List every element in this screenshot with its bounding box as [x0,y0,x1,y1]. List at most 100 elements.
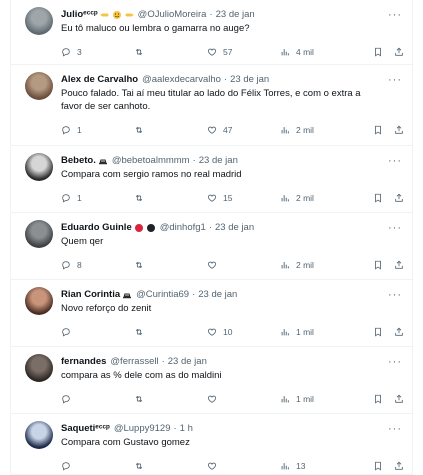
reply-button[interactable]: 1 [61,191,82,205]
reply-button[interactable] [61,325,77,339]
avatar[interactable] [25,287,53,315]
like-button[interactable]: 10 [207,325,232,339]
reply-tweet[interactable]: Alex de Carvalho @aalexdecarvalho · 23 de j… [11,65,412,146]
like-button[interactable]: 15 [207,191,232,205]
more-options-icon[interactable]: ··· [388,223,402,234]
retweet-icon [134,327,150,337]
retweet-button[interactable] [134,325,150,339]
tweet-header: Saquetiᵉᶜᶜᵖ @Luppy9129 · 1 h [61,422,404,435]
share-button[interactable] [394,392,410,406]
like-button[interactable] [207,459,223,473]
like-button[interactable] [207,392,223,406]
separator-dot: · [192,155,196,166]
views-button[interactable]: 1 mil [280,325,314,339]
share-button[interactable] [394,459,410,473]
views-count: 4 mil [296,47,314,57]
bookmark-button[interactable] [373,392,389,406]
like-button[interactable]: 47 [207,123,232,137]
author-handle[interactable]: @Curintia69 [136,288,189,301]
heart-icon [207,260,223,270]
tweet-text-line: Quem qer [61,236,104,247]
share-button[interactable] [394,191,410,205]
bookmark-icon [373,394,389,404]
reply-button[interactable] [61,392,77,406]
share-button[interactable] [394,123,410,137]
views-button[interactable]: 2 mil [280,191,314,205]
avatar[interactable] [25,7,53,35]
retweet-button[interactable] [134,459,150,473]
avatar[interactable] [25,72,53,100]
retweet-button[interactable] [134,123,150,137]
tweet-text-line: favor de ser canhoto. [61,101,151,112]
bookmark-button[interactable] [373,45,389,59]
views-button[interactable]: 1 mil [280,392,314,406]
retweet-button[interactable] [134,392,150,406]
reply-tweet[interactable]: Julioᵉᶜᶜᵖ @OJulioMoreira · 23 de jan ··· Eu t… [11,0,412,65]
author-name[interactable]: Julioᵉᶜᶜᵖ [61,8,98,21]
avatar[interactable] [25,153,53,181]
reply-tweet[interactable]: Saquetiᵉᶜᶜᵖ @Luppy9129 · 1 h ··· Compara com … [11,414,412,475]
author-name[interactable]: Eduardo Guinle [61,221,132,234]
avatar[interactable] [25,421,53,449]
reply-tweet[interactable]: Eduardo Guinle @dinhofg1 · 23 de jan ··· Quem… [11,213,412,280]
reply-button[interactable]: 1 [61,123,82,137]
views-button[interactable]: 2 mil [280,123,314,137]
hat-badge-icon [98,156,108,166]
like-button[interactable] [207,258,223,272]
tweet-header: Alex de Carvalho @aalexdecarvalho · 23 de j… [61,73,404,86]
reply-tweet[interactable]: Bebeto. @bebetoalmmmm · 23 de jan ··· Compara… [11,146,412,213]
timestamp[interactable]: 1 h [180,422,193,435]
author-name[interactable]: fernandes [61,355,106,368]
timestamp[interactable]: 23 de jan [198,288,237,301]
views-button[interactable]: 2 mil [280,258,314,272]
share-button[interactable] [394,45,410,59]
tweet-text: Novo reforço do zenit [61,302,396,315]
reply-tweet[interactable]: Rian Corintia @Curintia69 · 23 de jan ··· Nov… [11,280,412,347]
author-handle[interactable]: @ferrassell [110,355,158,368]
author-handle[interactable]: @Luppy9129 [114,422,171,435]
reply-button[interactable]: 8 [61,258,82,272]
timestamp[interactable]: 23 de jan [216,8,255,21]
share-button[interactable] [394,325,410,339]
author-handle[interactable]: @OJulioMoreira [138,8,207,21]
author-name[interactable]: Saquetiᵉᶜᶜᵖ [61,422,110,435]
more-options-icon[interactable]: ··· [388,290,402,301]
bookmark-button[interactable] [373,459,389,473]
bookmark-button[interactable] [373,123,389,137]
avatar[interactable] [25,354,53,382]
more-options-icon[interactable]: ··· [388,75,402,86]
timestamp[interactable]: 23 de jan [199,154,238,167]
more-options-icon[interactable]: ··· [388,357,402,368]
tweet-actions: 1 15 2 mil [61,191,406,205]
author-name[interactable]: Bebeto. [61,154,96,167]
retweet-button[interactable] [134,45,150,59]
bookmark-button[interactable] [373,191,389,205]
views-button[interactable]: 13 [280,459,305,473]
retweet-button[interactable] [134,191,150,205]
like-button[interactable]: 57 [207,45,232,59]
author-handle[interactable]: @dinhofg1 [160,221,206,234]
more-options-icon[interactable]: ··· [388,10,402,21]
author-name[interactable]: Alex de Carvalho [61,73,138,86]
like-count: 47 [223,125,233,135]
retweet-icon [134,193,150,203]
timestamp[interactable]: 23 de jan [215,221,254,234]
more-options-icon[interactable]: ··· [388,424,402,435]
reply-tweet[interactable]: fernandes @ferrassell · 23 de jan ··· compara… [11,347,412,414]
bookmark-button[interactable] [373,325,389,339]
author-handle[interactable]: @aalexdecarvalho [142,73,221,86]
reply-button[interactable] [61,459,77,473]
avatar[interactable] [25,220,53,248]
author-name[interactable]: Rian Corintia [61,288,120,301]
author-handle[interactable]: @bebetoalmmmm [112,154,190,167]
reply-button[interactable]: 3 [61,45,82,59]
views-button[interactable]: 4 mil [280,45,314,59]
more-options-icon[interactable]: ··· [388,156,402,167]
bookmark-button[interactable] [373,258,389,272]
share-button[interactable] [394,258,410,272]
timestamp[interactable]: 23 de jan [230,73,269,86]
timestamp[interactable]: 23 de jan [168,355,207,368]
views-chart-icon [280,394,296,404]
retweet-icon [134,461,150,471]
retweet-button[interactable] [134,258,150,272]
